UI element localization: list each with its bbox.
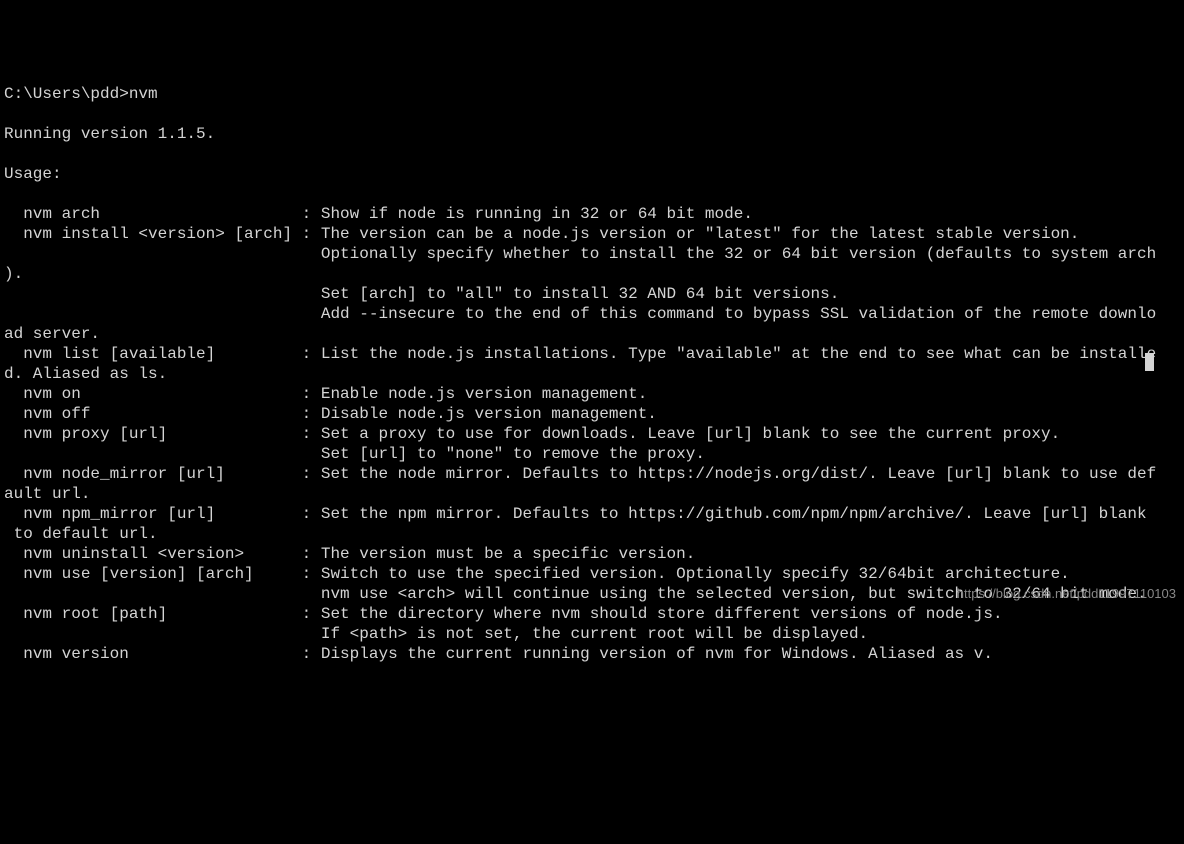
help-line: nvm version : Displays the current runni…	[4, 645, 993, 663]
help-line: ).	[4, 265, 23, 283]
help-line: nvm arch : Show if node is running in 32…	[4, 205, 753, 223]
help-line: Set [url] to "none" to remove the proxy.	[4, 445, 705, 463]
watermark-text: https://blog.csdn.net/pdd11997110103	[957, 586, 1176, 602]
help-line: nvm uninstall <version> : The version mu…	[4, 545, 695, 563]
help-line: Set [arch] to "all" to install 32 AND 64…	[4, 285, 839, 303]
help-line: nvm root [path] : Set the directory wher…	[4, 605, 1003, 623]
command-text: nvm	[129, 85, 158, 103]
help-line: nvm off : Disable node.js version manage…	[4, 405, 657, 423]
help-line: nvm npm_mirror [url] : Set the npm mirro…	[4, 505, 1147, 523]
help-line: Add --insecure to the end of this comman…	[4, 305, 1156, 323]
help-line: to default url.	[4, 525, 158, 543]
prompt-text: C:\Users\pdd>	[4, 85, 129, 103]
terminal-cursor	[1145, 353, 1154, 371]
help-line: d. Aliased as ls.	[4, 365, 167, 383]
help-line: If <path> is not set, the current root w…	[4, 625, 868, 643]
terminal-output[interactable]: C:\Users\pdd>nvm Running version 1.1.5. …	[0, 80, 1184, 664]
usage-label: Usage:	[4, 165, 62, 183]
help-line: nvm use [version] [arch] : Switch to use…	[4, 565, 1070, 583]
help-line: Optionally specify whether to install th…	[4, 245, 1156, 263]
help-line: ad server.	[4, 325, 100, 343]
help-line: nvm node_mirror [url] : Set the node mir…	[4, 465, 1156, 483]
help-line: nvm list [available] : List the node.js …	[4, 345, 1156, 363]
help-line: nvm proxy [url] : Set a proxy to use for…	[4, 425, 1060, 443]
help-line: ault url.	[4, 485, 90, 503]
version-line: Running version 1.1.5.	[4, 125, 215, 143]
help-line: nvm install <version> [arch] : The versi…	[4, 225, 1079, 243]
help-line: nvm on : Enable node.js version manageme…	[4, 385, 647, 403]
